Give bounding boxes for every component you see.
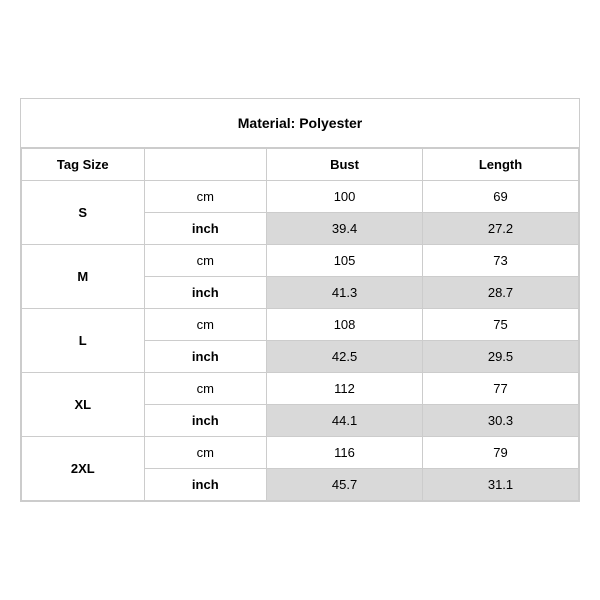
unit-inch: inch <box>144 341 267 373</box>
bust-cm-value: 100 <box>267 181 423 213</box>
table-row: 2XLcm11679 <box>22 437 579 469</box>
length-cm-value: 79 <box>423 437 579 469</box>
bust-cm-value: 116 <box>267 437 423 469</box>
bust-cm-value: 108 <box>267 309 423 341</box>
unit-cm: cm <box>144 373 267 405</box>
table-row: Lcm10875 <box>22 309 579 341</box>
header-bust: Bust <box>267 149 423 181</box>
table-row: XLcm11277 <box>22 373 579 405</box>
length-cm-value: 77 <box>423 373 579 405</box>
length-inch-value: 28.7 <box>423 277 579 309</box>
bust-inch-value: 45.7 <box>267 469 423 501</box>
table-row: Mcm10573 <box>22 245 579 277</box>
unit-inch: inch <box>144 213 267 245</box>
chart-title: Material: Polyester <box>21 99 579 148</box>
unit-inch: inch <box>144 469 267 501</box>
length-inch-value: 31.1 <box>423 469 579 501</box>
bust-inch-value: 42.5 <box>267 341 423 373</box>
bust-inch-value: 44.1 <box>267 405 423 437</box>
table-row: Scm10069 <box>22 181 579 213</box>
size-chart-container: Material: Polyester Tag Size Bust Length… <box>20 98 580 502</box>
header-tag-size: Tag Size <box>22 149 145 181</box>
length-inch-value: 30.3 <box>423 405 579 437</box>
header-unit <box>144 149 267 181</box>
length-cm-value: 69 <box>423 181 579 213</box>
unit-cm: cm <box>144 437 267 469</box>
length-cm-value: 75 <box>423 309 579 341</box>
tag-size-cell: L <box>22 309 145 373</box>
tag-size-cell: XL <box>22 373 145 437</box>
bust-inch-value: 39.4 <box>267 213 423 245</box>
size-table: Tag Size Bust Length Scm10069inch39.427.… <box>21 148 579 501</box>
length-inch-value: 29.5 <box>423 341 579 373</box>
unit-inch: inch <box>144 405 267 437</box>
unit-inch: inch <box>144 277 267 309</box>
tag-size-cell: 2XL <box>22 437 145 501</box>
length-cm-value: 73 <box>423 245 579 277</box>
tag-size-cell: M <box>22 245 145 309</box>
length-inch-value: 27.2 <box>423 213 579 245</box>
bust-cm-value: 105 <box>267 245 423 277</box>
bust-cm-value: 112 <box>267 373 423 405</box>
unit-cm: cm <box>144 309 267 341</box>
unit-cm: cm <box>144 181 267 213</box>
header-length: Length <box>423 149 579 181</box>
unit-cm: cm <box>144 245 267 277</box>
tag-size-cell: S <box>22 181 145 245</box>
bust-inch-value: 41.3 <box>267 277 423 309</box>
